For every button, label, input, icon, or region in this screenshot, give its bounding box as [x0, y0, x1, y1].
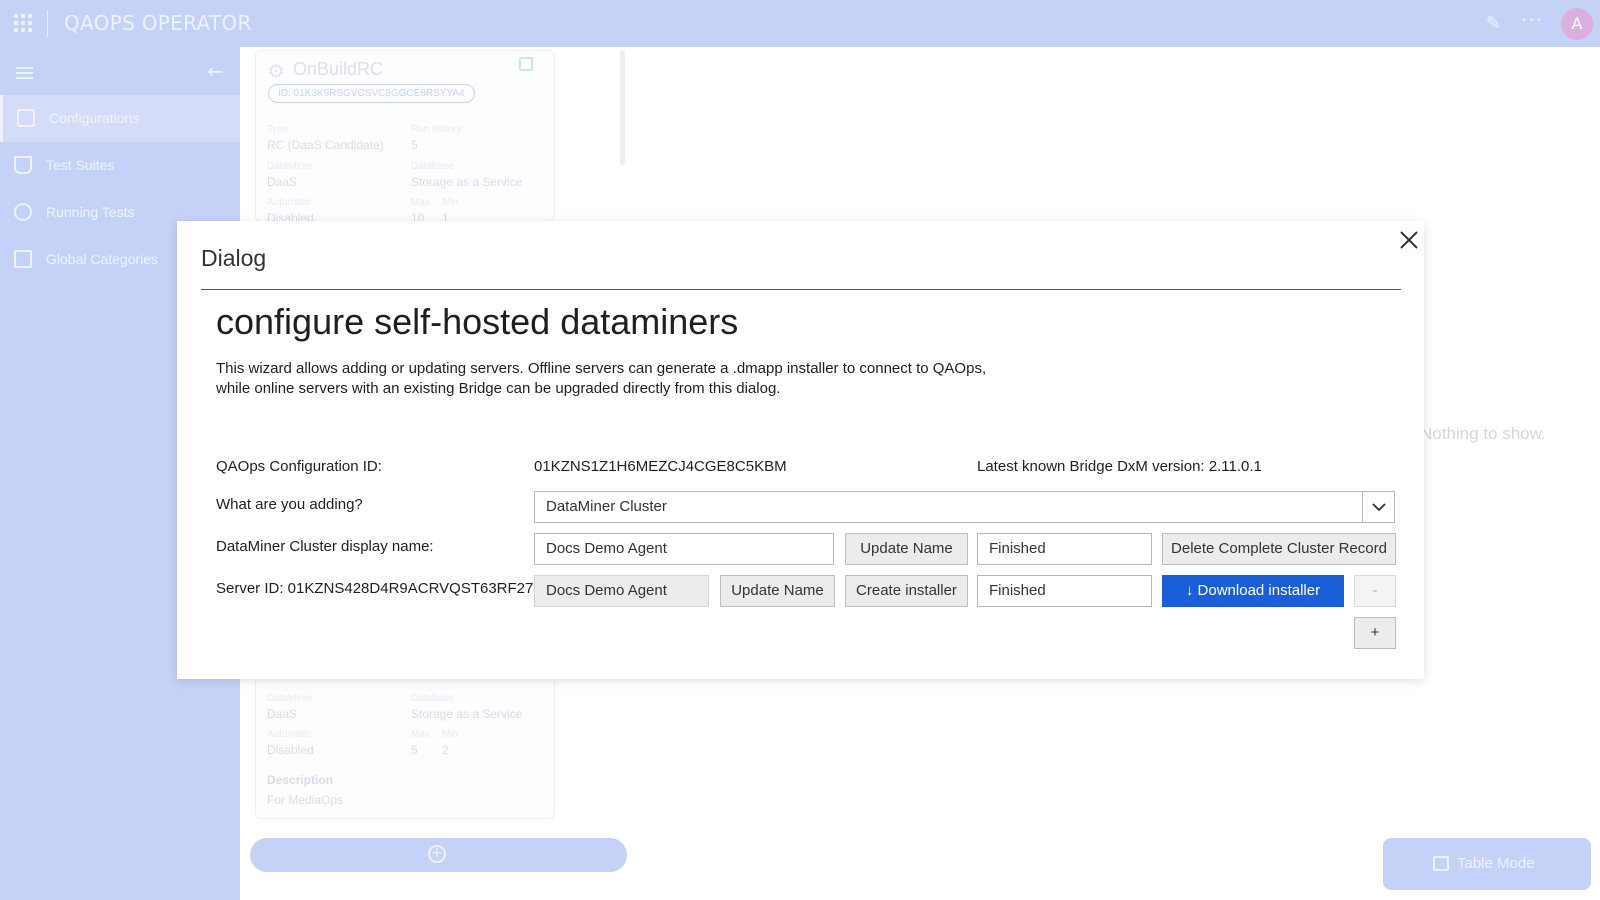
- delete-cluster-button[interactable]: Delete Complete Cluster Record: [1162, 533, 1396, 565]
- scrollbar[interactable]: [620, 50, 625, 165]
- table-icon: [1433, 856, 1449, 871]
- cluster-status-field[interactable]: Finished: [977, 533, 1152, 565]
- id-badge: ID: 01K3K9RSGVCSVC8GGCE8RSYYA4: [268, 84, 475, 103]
- automatic-value: Disabled: [267, 743, 314, 757]
- avatar[interactable]: A: [1561, 8, 1593, 40]
- database-value: Storage as a Service: [411, 175, 523, 189]
- description-value: For MediaOps: [267, 793, 344, 807]
- sidebar-item-configurations[interactable]: Configurations: [0, 95, 240, 142]
- adding-select-value: DataMiner Cluster: [546, 498, 667, 515]
- chevron-down-icon[interactable]: [1362, 492, 1394, 522]
- gear-icon: ⚙: [267, 61, 285, 83]
- add-configuration-button[interactable]: +: [250, 838, 627, 872]
- run-history-label: Run history: [411, 124, 462, 135]
- app-launcher-icon[interactable]: [14, 14, 32, 32]
- dialog-title: Dialog: [201, 245, 267, 271]
- page-title: configure self-hosted dataminers: [216, 301, 739, 342]
- add-server-button[interactable]: +: [1354, 617, 1396, 649]
- hierarchy-icon[interactable]: [519, 57, 533, 71]
- download-installer-button[interactable]: ↓ Download installer: [1162, 575, 1344, 607]
- table-mode-label: Table Mode: [1457, 855, 1535, 872]
- title-divider: [201, 289, 1401, 290]
- sidebar-item-label: Running Tests: [46, 204, 135, 220]
- plus-circle-icon: +: [428, 845, 446, 863]
- server-id-label: Server ID: 01KZNS428D4R9ACRVQST63RF27: [216, 580, 534, 597]
- running-icon: [14, 203, 32, 221]
- cluster-name-input[interactable]: Docs Demo Agent: [534, 533, 834, 565]
- dataminer-value: DaaS: [267, 707, 298, 721]
- cluster-name-label: DataMiner Cluster display name:: [216, 538, 434, 555]
- sidebar-item-label: Test Suites: [46, 157, 115, 173]
- adding-select[interactable]: DataMiner Cluster: [534, 491, 1395, 523]
- dataminer-label: DataMiner: [267, 161, 314, 172]
- close-icon[interactable]: [1396, 227, 1422, 253]
- flask-icon: [14, 156, 32, 174]
- automatic-label: Automatic: [267, 197, 312, 208]
- server-name-input[interactable]: Docs Demo Agent: [534, 575, 709, 607]
- create-installer-button[interactable]: Create installer: [845, 575, 968, 607]
- configuration-card[interactable]: DataMiner DaaS Database Storage as a Ser…: [255, 679, 555, 819]
- app-title: QAOPS OPERATOR: [64, 11, 252, 35]
- min-label: Min: [442, 729, 459, 740]
- max-label: Max: [411, 729, 430, 740]
- max-label: Max: [411, 197, 430, 208]
- dataminer-value: DaaS: [267, 175, 298, 189]
- adding-label: What are you adding?: [216, 496, 363, 513]
- more-icon[interactable]: ···: [1521, 8, 1543, 32]
- update-cluster-name-button[interactable]: Update Name: [845, 533, 968, 565]
- update-server-name-button[interactable]: Update Name: [720, 575, 835, 607]
- type-value: RC (DaaS Candidate): [267, 138, 384, 152]
- config-id-value: 01KZNS1Z1H6MEZCJ4CGE8C5KBM: [534, 458, 787, 475]
- arrow-left-icon[interactable]: ←: [207, 59, 224, 83]
- database-label: Database: [411, 161, 454, 172]
- empty-state-text: Nothing to show.: [1420, 424, 1546, 443]
- max-value: 5: [411, 743, 418, 757]
- hamburger-icon[interactable]: [16, 67, 33, 82]
- automatic-label: Automatic: [267, 729, 312, 740]
- card-title: OnBuildRC: [293, 59, 384, 79]
- top-bar: QAOPS OPERATOR ✎ ··· A: [0, 0, 1600, 47]
- min-value: 2: [442, 743, 449, 757]
- table-mode-button[interactable]: Table Mode: [1383, 838, 1591, 890]
- divider: [47, 10, 48, 37]
- configuration-card[interactable]: ⚙ OnBuildRC ID: 01K3K9RSGVCSVC8GGCE8RSYY…: [255, 50, 555, 225]
- dataminer-label: DataMiner: [267, 693, 314, 704]
- sidebar-item-test-suites[interactable]: Test Suites: [0, 142, 240, 189]
- database-value: Storage as a Service: [411, 707, 523, 721]
- categories-icon: [14, 250, 32, 268]
- run-history-value: 5: [411, 138, 418, 152]
- edit-icon[interactable]: ✎: [1486, 13, 1501, 34]
- sidebar-item-label: Global Categories: [46, 251, 159, 267]
- min-label: Min: [442, 197, 459, 208]
- remove-server-button[interactable]: -: [1354, 575, 1396, 607]
- sidebar-item-label: Configurations: [49, 110, 140, 126]
- description-text: This wizard allows adding or updating se…: [216, 360, 987, 397]
- database-label: Database: [411, 693, 454, 704]
- layout-icon: [17, 109, 35, 127]
- description-label: Description: [267, 773, 334, 787]
- config-id-label: QAOps Configuration ID:: [216, 458, 382, 475]
- server-status-field[interactable]: Finished: [977, 575, 1152, 607]
- bridge-version-text: Latest known Bridge DxM version: 2.11.0.…: [977, 458, 1262, 475]
- type-label: Type: [267, 124, 289, 135]
- configure-dialog: Dialog configure self-hosted dataminers …: [177, 221, 1424, 679]
